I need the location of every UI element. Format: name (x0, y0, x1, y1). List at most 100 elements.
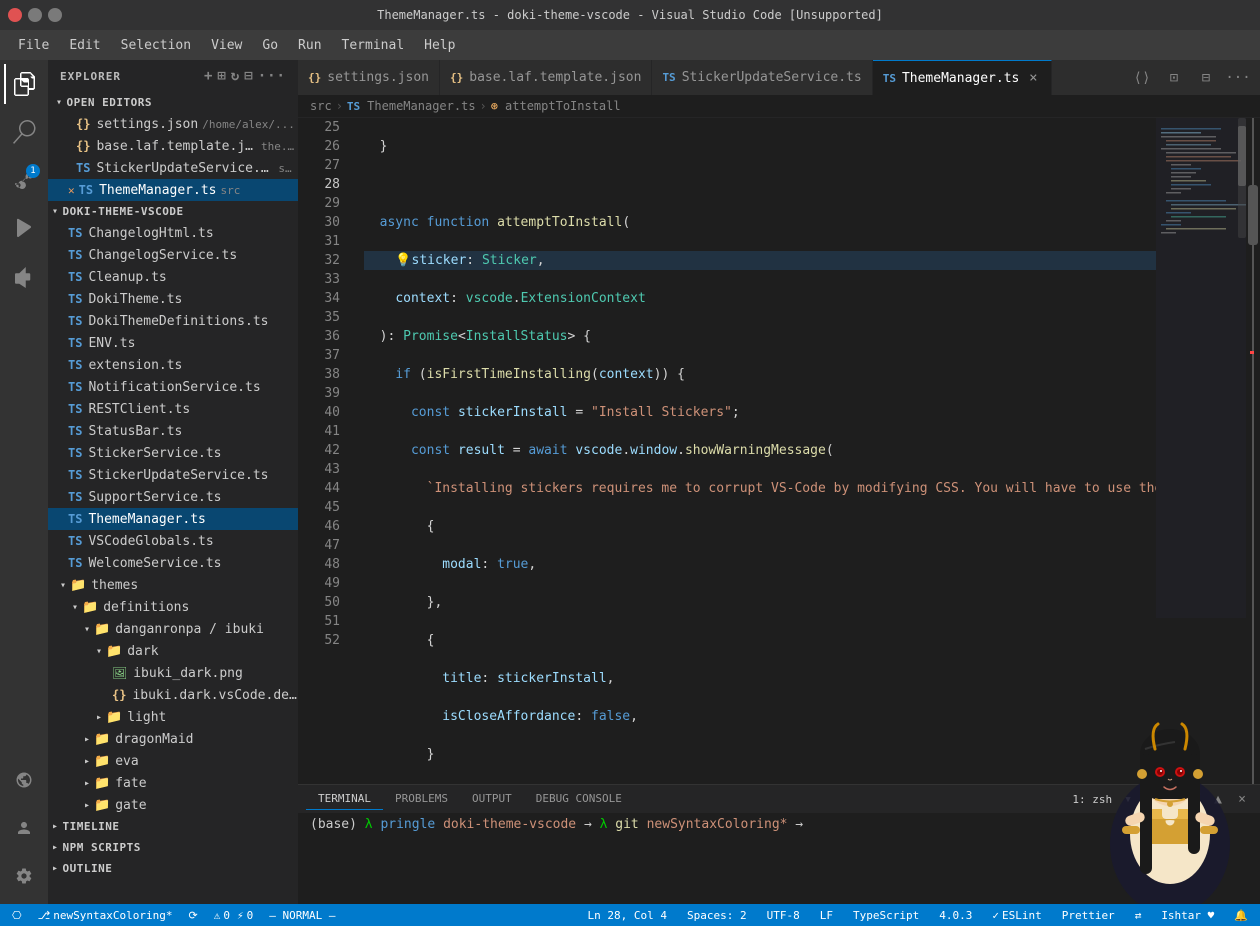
remote-icon-item[interactable]: ⇄ (1131, 909, 1146, 922)
cursor-position-item[interactable]: Ln 28, Col 4 (584, 909, 671, 922)
file-dokitheme[interactable]: TSDokiTheme.ts (48, 288, 298, 310)
split-terminal-icon[interactable]: ⊟ (1160, 789, 1180, 809)
open-editor-base-laf[interactable]: {} base.laf.template.json the... (48, 135, 298, 157)
menu-file[interactable]: File (8, 34, 59, 57)
folder-fate[interactable]: 📁 fate (48, 772, 298, 794)
ts-version-item[interactable]: 4.0.3 (935, 909, 976, 922)
extensions-activity-icon[interactable] (4, 256, 44, 296)
outline-section[interactable]: OUTLINE (48, 858, 298, 879)
menu-terminal[interactable]: Terminal (332, 34, 415, 57)
open-editor-settings-json[interactable]: {} settings.json /home/alex/... (48, 113, 298, 135)
toggle-panel-icon[interactable]: ⊟ (1192, 64, 1220, 92)
menu-help[interactable]: Help (414, 34, 465, 57)
prettier-item[interactable]: Prettier (1058, 909, 1119, 922)
file-statusbar[interactable]: TSStatusBar.ts (48, 420, 298, 442)
open-editors-section[interactable]: OPEN EDITORS (48, 92, 298, 113)
theme-item[interactable]: Ishtar ♥ (1157, 909, 1218, 922)
settings-activity-icon[interactable] (4, 856, 44, 896)
open-editor-sticker-update[interactable]: TS StickerUpdateService.ts src (48, 157, 298, 179)
file-env[interactable]: TSENV.ts (48, 332, 298, 354)
menu-run[interactable]: Run (288, 34, 331, 57)
eslint-item[interactable]: ✓ ESLint (988, 909, 1045, 922)
menu-view[interactable]: View (201, 34, 252, 57)
editor-scrollbar[interactable] (1246, 118, 1260, 784)
menu-edit[interactable]: Edit (59, 34, 110, 57)
breadcrumb-src[interactable]: src (310, 99, 332, 113)
file-notifservice[interactable]: TSNotificationService.ts (48, 376, 298, 398)
file-ibuki-dark-png[interactable]: 🖼 ibuki_dark.png (48, 662, 298, 684)
kill-terminal-icon[interactable]: 🗑 (1184, 789, 1204, 809)
terminal-dropdown-icon[interactable]: ▾ (1124, 792, 1132, 807)
file-changeloghtml[interactable]: TSChangelogHtml.ts (48, 222, 298, 244)
open-changes-icon[interactable]: ⊡ (1160, 64, 1188, 92)
breadcrumb-file[interactable]: ThemeManager.ts (367, 99, 475, 113)
indent-item[interactable]: Spaces: 2 (683, 909, 751, 922)
run-activity-icon[interactable] (4, 208, 44, 248)
file-restclient[interactable]: TSRESTClient.ts (48, 398, 298, 420)
split-editor-icon[interactable]: ⟨⟩ (1128, 64, 1156, 92)
refresh-icon[interactable]: ↻ (231, 68, 240, 84)
timeline-section[interactable]: TIMELINE (48, 816, 298, 837)
vim-mode-item[interactable]: — NORMAL — (265, 909, 339, 922)
remote-activity-icon[interactable] (4, 760, 44, 800)
folder-themes[interactable]: 📁 themes (48, 574, 298, 596)
close-terminal-icon[interactable]: × (1232, 789, 1252, 809)
close-file-icon[interactable]: ✕ (68, 184, 75, 197)
folder-light[interactable]: 📁 light (48, 706, 298, 728)
debug-console-tab[interactable]: DEBUG CONSOLE (524, 788, 634, 810)
file-stickerupdate[interactable]: TSStickerUpdateService.ts (48, 464, 298, 486)
terminal-tab[interactable]: TERMINAL (306, 788, 383, 810)
language-item[interactable]: TypeScript (849, 909, 923, 922)
folder-dragonmaid[interactable]: 📁 dragonMaid (48, 728, 298, 750)
output-tab[interactable]: OUTPUT (460, 788, 524, 810)
breadcrumb-func[interactable]: attemptToInstall (505, 99, 621, 113)
line-ending-item[interactable]: LF (816, 909, 837, 922)
error-status-item[interactable]: ⚠ 0 ⚡ 0 (210, 909, 258, 922)
new-terminal-icon[interactable]: + (1136, 789, 1156, 809)
folder-dark[interactable]: 📁 dark (48, 640, 298, 662)
menu-go[interactable]: Go (252, 34, 288, 57)
explorer-activity-icon[interactable] (4, 64, 44, 104)
editor-content[interactable]: 25 26 27 28 29 30 31 32 33 34 35 36 37 3… (298, 118, 1260, 784)
account-activity-icon[interactable] (4, 808, 44, 848)
new-file-icon[interactable]: + (204, 68, 213, 84)
file-thememanager[interactable]: TSThemeManager.ts (48, 508, 298, 530)
file-welcomeservice[interactable]: TSWelcomeService.ts (48, 552, 298, 574)
file-ibuki-dark-vscode[interactable]: {} ibuki.dark.vsCode.definit... (48, 684, 298, 706)
new-folder-icon[interactable]: ⊞ (217, 68, 226, 84)
problems-tab[interactable]: PROBLEMS (383, 788, 460, 810)
code-content[interactable]: } async function attemptToInstall( 💡stic… (348, 118, 1156, 784)
tab-base-laf[interactable]: {} base.laf.template.json (440, 60, 652, 95)
folder-danganronpa[interactable]: 📁 danganronpa / ibuki (48, 618, 298, 640)
maximize-terminal-icon[interactable]: ▲ (1208, 789, 1228, 809)
close-button[interactable] (8, 8, 22, 22)
file-supportservice[interactable]: TSSupportService.ts (48, 486, 298, 508)
notification-item[interactable]: 🔔 (1230, 909, 1252, 922)
open-editor-theme-manager[interactable]: ✕ TS ThemeManager.ts src (48, 179, 298, 201)
project-section[interactable]: DOKI-THEME-VSCODE (48, 201, 298, 222)
terminal-content[interactable]: (base) λ pringle doki-theme-vscode → λ g… (298, 813, 1260, 904)
collapse-all-icon[interactable]: ⊟ (244, 68, 253, 84)
npm-scripts-section[interactable]: NPM SCRIPTS (48, 837, 298, 858)
maximize-button[interactable] (48, 8, 62, 22)
folder-eva[interactable]: 📁 eva (48, 750, 298, 772)
tab-close-icon[interactable]: × (1025, 70, 1041, 86)
file-changelogservice[interactable]: TSChangelogService.ts (48, 244, 298, 266)
tab-theme-manager[interactable]: TS ThemeManager.ts × (873, 60, 1053, 95)
file-cleanup[interactable]: TSCleanup.ts (48, 266, 298, 288)
encoding-item[interactable]: UTF-8 (763, 909, 804, 922)
more-editor-actions-icon[interactable]: ··· (1224, 64, 1252, 92)
branch-status-item[interactable]: ⎇ newSyntaxColoring* (34, 909, 177, 922)
file-extension[interactable]: TSextension.ts (48, 354, 298, 376)
file-dokithemedefs[interactable]: TSDokiThemeDefinitions.ts (48, 310, 298, 332)
minimize-button[interactable] (28, 8, 42, 22)
more-actions-icon[interactable]: ··· (258, 68, 286, 84)
folder-definitions[interactable]: 📁 definitions (48, 596, 298, 618)
menu-selection[interactable]: Selection (111, 34, 201, 57)
tab-settings-json[interactable]: {} settings.json (298, 60, 440, 95)
folder-gate[interactable]: 📁 gate (48, 794, 298, 816)
sync-status-item[interactable]: ⟳ (185, 909, 202, 922)
search-activity-icon[interactable] (4, 112, 44, 152)
tab-sticker-update[interactable]: TS StickerUpdateService.ts (652, 60, 872, 95)
remote-status-item[interactable]: ⎔ (8, 909, 26, 922)
